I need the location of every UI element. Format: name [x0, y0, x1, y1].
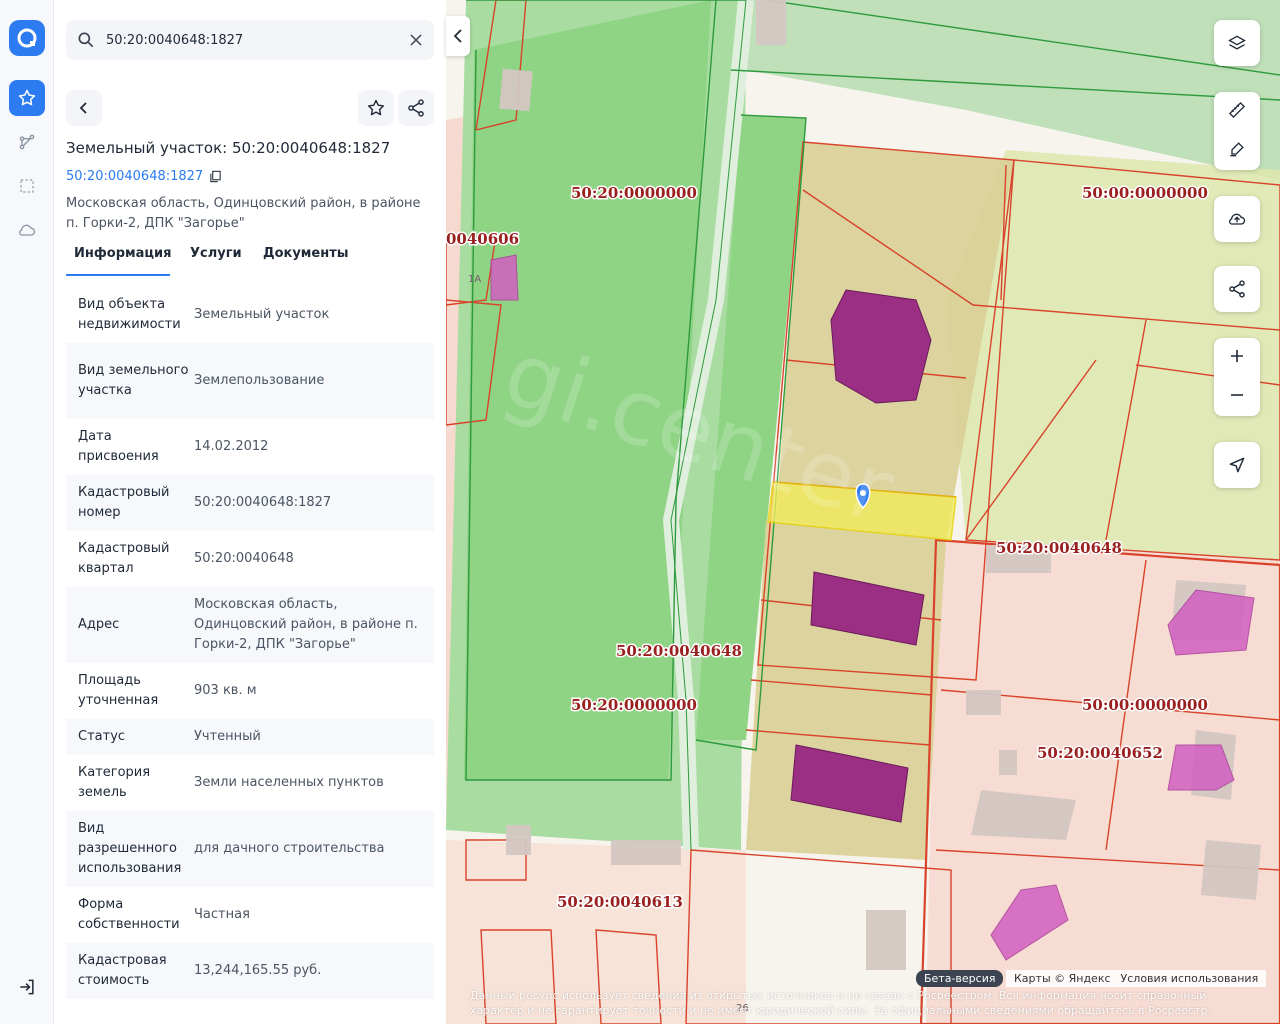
info-row: Адрес Московская область, Одинцовский рай… [66, 587, 434, 663]
route-icon[interactable] [9, 124, 45, 160]
geolocation-button[interactable] [1214, 442, 1260, 488]
layers-button[interactable] [1214, 20, 1260, 66]
map-attribution: Карты © Яндекс Условия использования [1006, 970, 1267, 987]
tab-active-indicator [66, 274, 170, 276]
info-row: Вид объекта недвижимости Земельный участо… [78, 297, 330, 332]
upload-icon [1228, 213, 1246, 225]
info-row: Кадастровый номер 50:20:0040648:1827 [66, 475, 434, 531]
info-row: Вид разрешенного использования для дачног… [66, 811, 434, 887]
info-row: Форма собственности Частная [78, 897, 250, 932]
search-icon [76, 30, 96, 54]
disclaimer-text: Данный ресурс использует сведения из отк… [470, 989, 1211, 1017]
close-icon[interactable] [406, 30, 426, 50]
copy-icon[interactable] [209, 170, 222, 183]
tabs: Информация Услуги Документы [66, 242, 434, 276]
share-icon [1229, 280, 1245, 298]
tab-information[interactable]: Информация [74, 246, 172, 261]
area-select-icon[interactable] [9, 168, 45, 204]
terms-link[interactable]: Условия использования [1121, 972, 1259, 985]
quarter-label: 50:20:0000000 [571, 184, 697, 202]
object-panel: Земельный участок: 50:20:0040648:1827 50… [54, 0, 446, 1024]
logout-icon[interactable] [14, 974, 40, 1000]
info-table: Вид объекта недвижимости Земельный участо… [66, 287, 434, 999]
info-row: Категория земель Земли населенных пунктов [78, 765, 384, 800]
info-row: Кадастровый квартал 50:20:0040648 [78, 541, 294, 576]
cad-number-link[interactable]: 50:20:0040648:1827 [66, 169, 222, 184]
info-row: Площадь уточненная 903 кв. м [78, 673, 257, 708]
quarter-label: 50:20:0040652 [1037, 744, 1163, 762]
info-row: Статус Учтенный [66, 719, 434, 755]
quarter-label: 50:20:0040648 [616, 642, 742, 660]
zoom-in-icon[interactable] [1229, 348, 1245, 368]
layers-icon [1228, 35, 1246, 50]
zoom-out-icon[interactable] [1229, 387, 1245, 407]
search-bar [66, 20, 434, 60]
ruler-icon[interactable] [1227, 100, 1247, 124]
info-row: Кадастровая стоимость 13,244,165.55 руб. [66, 943, 434, 999]
object-title: Земельный участок: 50:20:0040648:1827 [66, 139, 391, 157]
map-share-button[interactable] [1214, 266, 1260, 312]
left-rail [0, 0, 54, 1024]
app-logo-icon[interactable] [9, 20, 45, 56]
collapse-panel-button[interactable] [446, 16, 470, 56]
measure-draw-group [1214, 92, 1260, 170]
navigation-arrow-icon [1229, 457, 1245, 473]
quarter-label: 50:20:0040613 [557, 893, 683, 911]
tab-services[interactable]: Услуги [190, 246, 242, 261]
map-canvas[interactable]: gi.center 50:20:0000000 50:00:0000000 00… [446, 0, 1280, 1024]
info-row: Вид земельного участка Землепользование [66, 343, 434, 419]
map-svg: gi.center 50:20:0000000 50:00:0000000 00… [446, 0, 1280, 1024]
info-row: Дата присвоения 14.02.2012 [78, 429, 269, 464]
search-input[interactable] [106, 20, 396, 60]
favorites-icon[interactable] [9, 80, 45, 116]
maps-copyright[interactable]: Карты © Яндекс [1014, 972, 1111, 985]
upload-button[interactable] [1214, 196, 1260, 242]
back-button[interactable] [66, 90, 102, 126]
quarter-label: 50:00:0000000 [1082, 184, 1208, 202]
cad-number-text[interactable]: 50:20:0040648:1827 [66, 169, 203, 184]
tab-documents[interactable]: Документы [263, 246, 349, 261]
add-favorite-button[interactable] [358, 90, 394, 126]
edit-icon[interactable] [1227, 139, 1247, 163]
quarter-label: 50:20:0000000 [571, 696, 697, 714]
beta-badge: Бета-версия [916, 970, 1004, 987]
quarter-label: 50:20:0040648 [996, 539, 1122, 557]
share-button[interactable] [398, 90, 434, 126]
quarter-label: 50:00:0000000 [1082, 696, 1208, 714]
object-address: Московская область, Одинцовский район, в… [66, 196, 421, 231]
quarter-label: 0040606 [446, 230, 519, 248]
house-number: 1А [468, 274, 481, 285]
zoom-group [1214, 338, 1260, 416]
cloud-icon[interactable] [9, 212, 45, 248]
